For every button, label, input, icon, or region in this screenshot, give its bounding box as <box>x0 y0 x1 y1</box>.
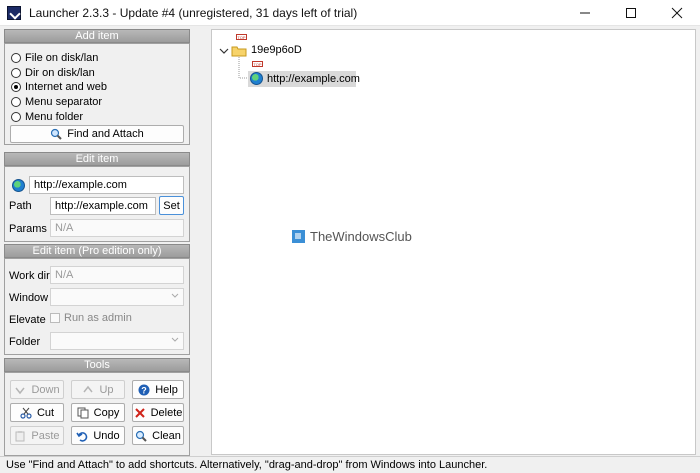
radio-circle[interactable] <box>11 68 21 78</box>
top-tag-icon: TOP <box>236 34 247 40</box>
undo-button[interactable]: Undo <box>71 426 125 445</box>
elevate-label: Elevate <box>9 314 46 326</box>
undo-label: Undo <box>93 429 120 442</box>
minimize-button[interactable] <box>562 0 608 26</box>
edit-item-section: http://example.com Path http://example.c… <box>4 166 190 242</box>
radio-label: Menu separator <box>25 96 103 108</box>
tree-item-selected[interactable]: http://example.com <box>248 71 360 87</box>
add-item-section: File on disk/lan Dir on disk/lan Interne… <box>4 43 190 145</box>
radio-menu-separator[interactable]: Menu separator <box>11 95 102 109</box>
edit-item-header: Edit item <box>4 152 190 166</box>
maximize-button[interactable] <box>608 0 654 26</box>
add-item-header: Add item <box>4 29 190 43</box>
watermark-logo-icon <box>292 230 305 243</box>
workdir-label: Work dir <box>9 270 50 282</box>
run-as-admin-checkbox[interactable]: Run as admin <box>50 312 132 324</box>
down-label: Down <box>31 383 60 396</box>
radio-file-on-disk[interactable]: File on disk/lan <box>11 51 98 65</box>
watermark: TheWindowsClub <box>292 229 412 244</box>
run-as-admin-label: Run as admin <box>64 312 132 324</box>
window-title: Launcher 2.3.3 - Update #4 (unregistered… <box>29 6 358 20</box>
help-icon: ? <box>138 384 150 396</box>
edit-item-pro-section: Work dir N/A Window Elevate Run as admin… <box>4 258 190 355</box>
globe-icon <box>250 72 263 85</box>
undo-icon <box>76 430 88 442</box>
chevron-down-icon <box>171 337 179 342</box>
folder-label: Folder <box>9 336 41 348</box>
folder-icon <box>231 46 247 57</box>
radio-label: File on disk/lan <box>25 52 99 64</box>
menu-tree-panel[interactable]: TOP 19e9p6oD TOP http://example.com TheW… <box>211 29 696 455</box>
status-bar: Use "Find and Attach" to add shortcuts. … <box>0 456 700 473</box>
window-select[interactable] <box>50 288 184 306</box>
cut-button[interactable]: Cut <box>10 403 64 422</box>
radio-circle[interactable] <box>11 53 21 63</box>
set-button[interactable]: Set <box>159 196 184 215</box>
help-button[interactable]: ? Help <box>132 380 184 399</box>
chevron-down-icon <box>171 293 179 298</box>
top-tag-icon: TOP <box>252 61 263 67</box>
status-text: Use "Find and Attach" to add shortcuts. … <box>6 459 488 471</box>
params-label: Params <box>9 223 47 235</box>
maximize-icon <box>626 8 636 18</box>
path-field[interactable]: http://example.com <box>50 197 156 215</box>
expand-chevron-icon[interactable] <box>218 46 230 56</box>
radio-dir-on-disk[interactable]: Dir on disk/lan <box>11 66 95 80</box>
delete-label: Delete <box>150 406 183 419</box>
radio-menu-folder[interactable]: Menu folder <box>11 110 83 124</box>
delete-x-icon <box>134 407 146 419</box>
tree-folder[interactable]: 19e9p6oD <box>251 44 302 56</box>
help-label: Help <box>155 383 178 396</box>
find-icon <box>50 128 62 140</box>
copy-icon <box>77 407 89 419</box>
radio-circle[interactable] <box>11 112 21 122</box>
app-icon <box>7 6 21 20</box>
copy-button[interactable]: Copy <box>71 403 125 422</box>
clean-label: Clean <box>152 429 181 442</box>
radio-label: Internet and web <box>25 81 107 93</box>
find-and-attach-button[interactable]: Find and Attach <box>10 125 184 143</box>
close-icon <box>671 7 683 19</box>
paste-button[interactable]: Paste <box>10 426 64 445</box>
watermark-text: TheWindowsClub <box>310 229 412 244</box>
scissors-icon <box>20 407 32 419</box>
globe-icon <box>12 179 25 192</box>
folder-select[interactable] <box>50 332 184 350</box>
magnifier-icon <box>135 430 147 442</box>
left-panel: Add item File on disk/lan Dir on disk/la… <box>4 29 190 456</box>
radio-internet-web[interactable]: Internet and web <box>11 80 107 94</box>
radio-circle[interactable] <box>11 97 21 107</box>
item-name-field[interactable]: http://example.com <box>29 176 184 194</box>
edit-item-pro-header: Edit item (Pro edition only) <box>4 244 190 258</box>
copy-label: Copy <box>93 406 120 419</box>
paste-label: Paste <box>31 429 60 442</box>
down-button[interactable]: Down <box>10 380 64 399</box>
workdir-field[interactable]: N/A <box>50 266 184 284</box>
move-down-icon <box>14 384 26 396</box>
checkbox-box[interactable] <box>50 313 60 323</box>
window-label: Window <box>9 292 49 304</box>
tools-section: Down Up ? Help Cut Copy Delete Paste Und… <box>4 372 190 456</box>
tools-header: Tools <box>4 358 190 372</box>
title-bar[interactable]: Launcher 2.3.3 - Update #4 (unregistered… <box>0 0 700 26</box>
radio-label: Menu folder <box>25 111 84 123</box>
delete-button[interactable]: Delete <box>132 403 184 422</box>
clean-button[interactable]: Clean <box>132 426 184 445</box>
paste-icon <box>14 430 26 442</box>
launcher-window: Launcher 2.3.3 - Update #4 (unregistered… <box>0 0 700 473</box>
tree-item-label: http://example.com <box>267 73 360 85</box>
cut-label: Cut <box>36 406 55 419</box>
radio-circle-selected[interactable] <box>11 82 21 92</box>
radio-label: Dir on disk/lan <box>25 67 95 79</box>
path-label: Path <box>9 200 32 212</box>
move-up-icon <box>82 384 94 396</box>
close-button[interactable] <box>654 0 700 26</box>
minimize-icon <box>580 12 590 14</box>
up-label: Up <box>99 383 114 396</box>
params-field[interactable]: N/A <box>50 219 184 237</box>
svg-text:?: ? <box>141 385 147 395</box>
up-button[interactable]: Up <box>71 380 125 399</box>
find-and-attach-label: Find and Attach <box>67 128 144 140</box>
